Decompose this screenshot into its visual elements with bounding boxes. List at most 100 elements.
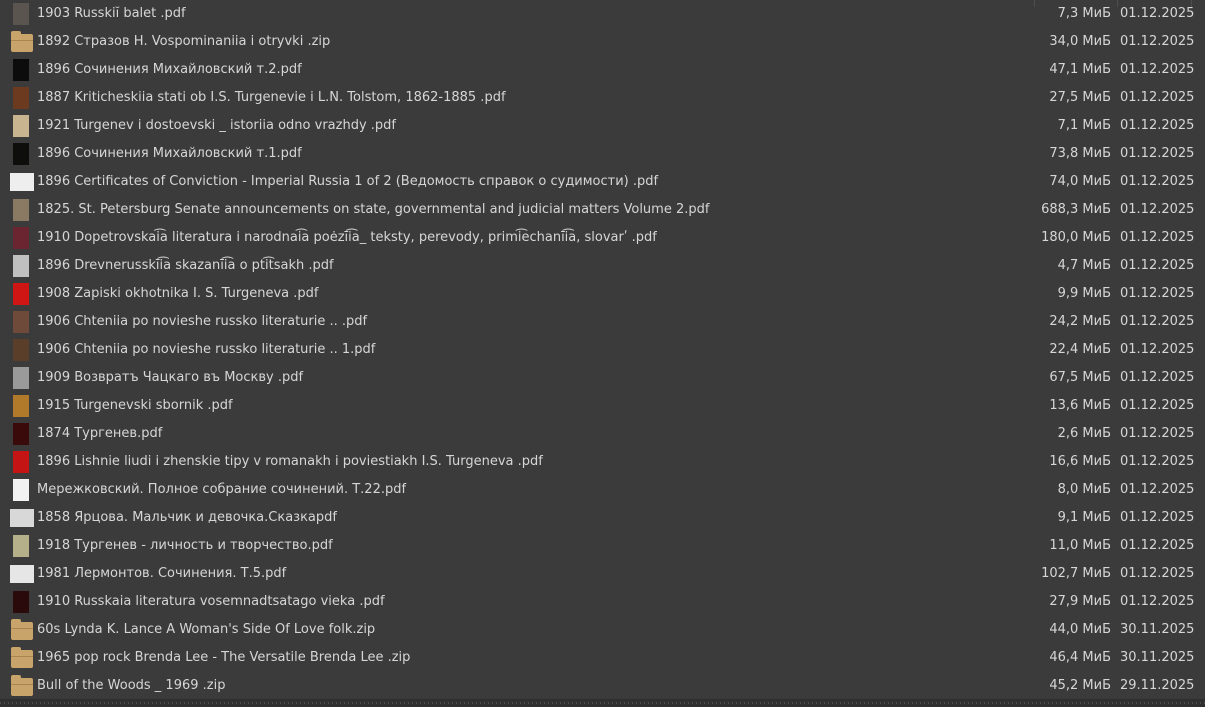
file-row[interactable]: 1874 Тургенев.pdf 2,6 МиБ 01.12.2025 [0, 420, 1205, 448]
file-date: 01.12.2025 [1120, 34, 1195, 49]
file-date: 30.11.2025 [1120, 650, 1195, 665]
pdf-thumbnail [10, 509, 34, 527]
zip-archive-icon [11, 647, 33, 668]
file-row[interactable]: 1910 Dopetrovskai͡a literatura i narodna… [0, 224, 1205, 252]
file-row[interactable]: 1910 Russkaia literatura vosemnadtsatago… [0, 588, 1205, 616]
file-row[interactable]: 1965 pop rock Brenda Lee - The Versatile… [0, 644, 1205, 672]
file-size: 4,7 МиБ [1057, 258, 1111, 273]
file-name: 1906 Chteniia po novieshe russko literat… [37, 314, 368, 329]
file-name: 1896 Сочинения Михайловский т.2.pdf [37, 62, 302, 77]
file-date: 01.12.2025 [1120, 426, 1195, 441]
file-row[interactable]: 1915 Turgenevski sbornik .pdf 13,6 МиБ 01.… [0, 392, 1205, 420]
file-name: Bull of the Woods _ 1969 .zip [37, 678, 226, 693]
file-name: 1906 Chteniia po novieshe russko literat… [37, 342, 376, 357]
file-size: 74,0 МиБ [1049, 174, 1111, 189]
file-date: 01.12.2025 [1120, 454, 1195, 469]
zip-archive-icon [11, 675, 33, 696]
file-size: 13,6 МиБ [1049, 398, 1111, 413]
file-row[interactable]: 60s Lynda K. Lance A Woman's Side Of Lov… [0, 616, 1205, 644]
file-date: 01.12.2025 [1120, 314, 1195, 329]
pdf-thumbnail [13, 367, 29, 389]
file-date: 01.12.2025 [1120, 482, 1195, 497]
zip-archive-icon [11, 31, 33, 52]
pdf-thumbnail [13, 143, 29, 165]
pdf-thumbnail [13, 451, 29, 473]
pdf-thumbnail [13, 283, 29, 305]
file-row[interactable]: 1896 Сочинения Михайловский т.2.pdf 47,1 … [0, 56, 1205, 84]
file-row[interactable]: 1903 Russkiĭ balet .pdf 7,3 МиБ 01.12.2025 [0, 0, 1205, 28]
pdf-thumbnail [13, 227, 29, 249]
pdf-thumbnail [13, 339, 29, 361]
file-size: 9,9 МиБ [1057, 286, 1111, 301]
file-size: 46,4 МиБ [1049, 650, 1111, 665]
file-size: 7,3 МиБ [1057, 6, 1111, 21]
file-name: 1910 Russkaia literatura vosemnadtsatago… [37, 594, 385, 609]
file-name: 1981 Лермонтов. Сочинения. Т.5.pdf [37, 566, 287, 581]
file-name: 1825. St. Petersburg Senate announcement… [37, 202, 710, 217]
file-row[interactable]: 1892 Стразов Н. Vospominaniia i otryvki … [0, 28, 1205, 56]
pdf-thumbnail [13, 87, 29, 109]
file-size: 67,5 МиБ [1049, 370, 1111, 385]
file-name: 60s Lynda K. Lance A Woman's Side Of Lov… [37, 622, 376, 637]
file-row[interactable]: 1908 Zapiski okhotnika I. S. Turgeneva .… [0, 280, 1205, 308]
file-row[interactable]: 1825. St. Petersburg Senate announcement… [0, 196, 1205, 224]
pdf-thumbnail [13, 3, 29, 25]
file-date: 01.12.2025 [1120, 566, 1195, 581]
file-row[interactable]: 1896 Сочинения Михайловский т.1.pdf 73,8 … [0, 140, 1205, 168]
file-row[interactable]: 1896 Certificates of Conviction - Imperi… [0, 168, 1205, 196]
file-date: 01.12.2025 [1120, 230, 1195, 245]
file-size: 11,0 МиБ [1049, 538, 1111, 553]
file-date: 29.11.2025 [1120, 678, 1195, 693]
file-row[interactable]: 1981 Лермонтов. Сочинения. Т.5.pdf 102,7 … [0, 560, 1205, 588]
file-name: 1915 Turgenevski sbornik .pdf [37, 398, 233, 413]
file-name: 1892 Стразов Н. Vospominaniia i otryvki … [37, 34, 331, 49]
file-name: 1921 Turgenev i dostoevski _ istoriia od… [37, 118, 396, 133]
file-name: 1965 pop rock Brenda Lee - The Versatile… [37, 650, 411, 665]
file-size: 8,0 МиБ [1057, 482, 1111, 497]
file-row[interactable]: 1906 Chteniia po novieshe russko literat… [0, 336, 1205, 364]
file-row[interactable]: 1906 Chteniia po novieshe russko literat… [0, 308, 1205, 336]
pdf-thumbnail [13, 395, 29, 417]
file-date: 01.12.2025 [1120, 538, 1195, 553]
file-row[interactable]: Мережковский. Полное собрание сочинений.… [0, 476, 1205, 504]
file-name: 1874 Тургенев.pdf [37, 426, 163, 441]
file-size: 7,1 МиБ [1057, 118, 1111, 133]
file-size: 22,4 МиБ [1049, 342, 1111, 357]
file-row[interactable]: 1921 Turgenev i dostoevski _ istoriia od… [0, 112, 1205, 140]
pdf-thumbnail [13, 199, 29, 221]
file-name: 1908 Zapiski okhotnika I. S. Turgeneva .… [37, 286, 319, 301]
file-row[interactable]: 1887 Kriticheskiia stati ob I.S. Turgene… [0, 84, 1205, 112]
file-row[interactable]: 1858 Ярцова. Мальчик и девочка.Сказкаpdf… [0, 504, 1205, 532]
file-size: 9,1 МиБ [1057, 510, 1111, 525]
file-name: 1887 Kriticheskiia stati ob I.S. Turgene… [37, 90, 506, 105]
file-date: 01.12.2025 [1120, 202, 1195, 217]
pdf-thumbnail [10, 565, 34, 583]
file-size: 45,2 МиБ [1049, 678, 1111, 693]
file-date: 01.12.2025 [1120, 62, 1195, 77]
file-size: 102,7 МиБ [1041, 566, 1111, 581]
file-date: 01.12.2025 [1120, 510, 1195, 525]
pdf-thumbnail [13, 59, 29, 81]
file-size: 73,8 МиБ [1049, 146, 1111, 161]
pdf-thumbnail [13, 255, 29, 277]
file-size: 2,6 МиБ [1057, 426, 1111, 441]
file-name: 1896 Сочинения Михайловский т.1.pdf [37, 146, 302, 161]
file-size: 16,6 МиБ [1049, 454, 1111, 469]
file-row[interactable]: Bull of the Woods _ 1969 .zip 45,2 МиБ 29.… [0, 672, 1205, 700]
file-row[interactable]: 1918 Тургенев - личность и творчество.pd… [0, 532, 1205, 560]
file-row[interactable]: 1896 Lishnie liudi i zhenskie tipy v rom… [0, 448, 1205, 476]
pdf-thumbnail [13, 115, 29, 137]
file-date: 01.12.2025 [1120, 118, 1195, 133]
file-size: 47,1 МиБ [1049, 62, 1111, 77]
file-size: 24,2 МиБ [1049, 314, 1111, 329]
file-date: 01.12.2025 [1120, 258, 1195, 273]
file-date: 01.12.2025 [1120, 6, 1195, 21]
file-date: 01.12.2025 [1120, 90, 1195, 105]
file-row[interactable]: 1909 Возвратъ Чацкаго въ Москву .pdf 67,5… [0, 364, 1205, 392]
file-date: 01.12.2025 [1120, 286, 1195, 301]
file-row[interactable]: 1896 Drevnerusskīi͡a skazanīi͡a o pti͡ts… [0, 252, 1205, 280]
file-date: 01.12.2025 [1120, 174, 1195, 189]
file-name: 1896 Certificates of Conviction - Imperi… [37, 174, 659, 189]
file-date: 01.12.2025 [1120, 398, 1195, 413]
pdf-thumbnail [13, 423, 29, 445]
